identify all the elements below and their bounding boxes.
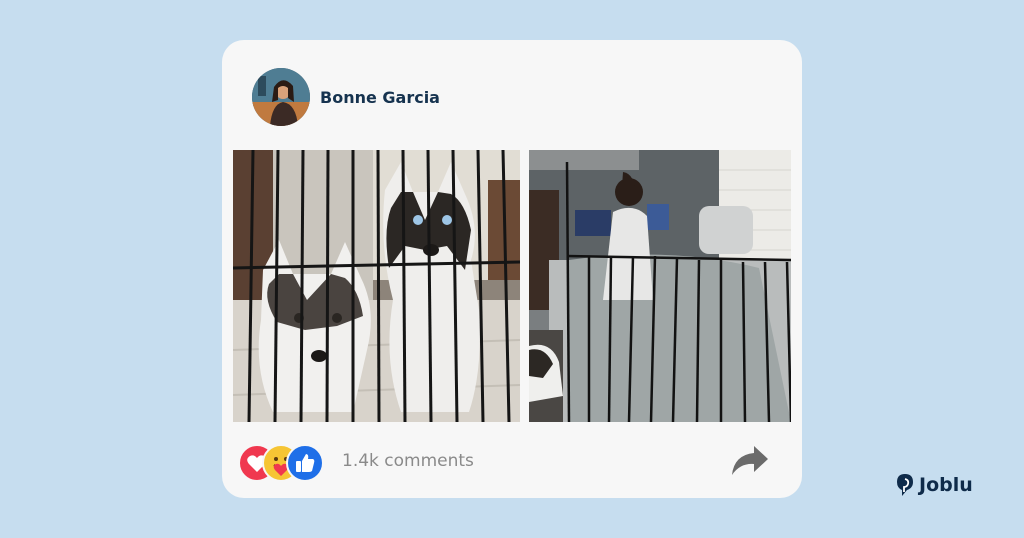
post-card: Bonne Garcia 1.4k comments — [222, 40, 802, 498]
brand-name: Joblu — [919, 474, 973, 496]
playpen-photo — [529, 150, 791, 422]
avatar-image — [252, 68, 310, 126]
share-arrow-icon — [732, 446, 768, 475]
comments-count[interactable]: 1.4k comments — [342, 451, 474, 471]
huskies-photo — [233, 150, 520, 422]
reaction-summary[interactable] — [238, 444, 324, 482]
author-avatar[interactable] — [252, 68, 310, 126]
brand-watermark: Joblu — [896, 471, 973, 499]
share-button[interactable] — [730, 442, 770, 478]
like-icon — [286, 444, 324, 482]
author-name[interactable]: Bonne Garcia — [320, 88, 440, 107]
joblu-logo-icon — [897, 474, 913, 496]
post-photo-playpen[interactable] — [529, 150, 791, 422]
post-photo-huskies[interactable] — [233, 150, 520, 422]
